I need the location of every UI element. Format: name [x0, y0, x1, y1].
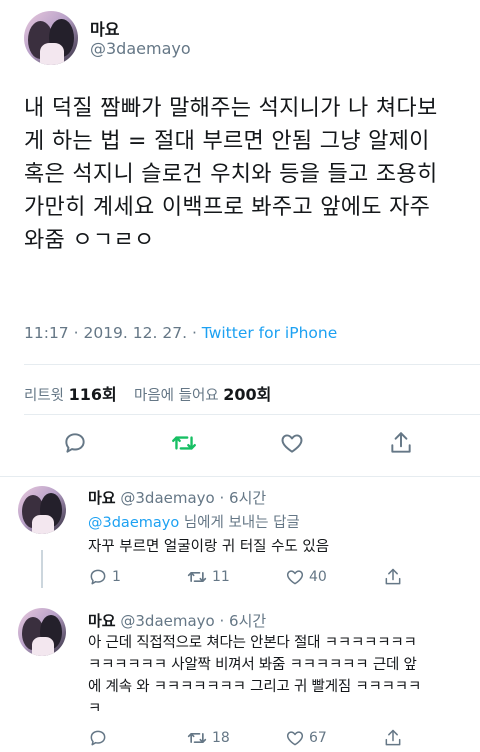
like-icon: [286, 570, 304, 585]
retweet-count: 11: [212, 569, 230, 585]
reply-text: 자꾸 부르면 얼굴이랑 귀 터질 수도 있음: [88, 536, 329, 558]
tweet-time: 11:17: [24, 324, 69, 342]
display-name[interactable]: 마요: [90, 16, 119, 40]
retweet-count: 18: [212, 730, 230, 746]
like-count: 40: [309, 569, 327, 585]
avatar[interactable]: [24, 11, 78, 65]
like-button[interactable]: 40: [285, 567, 327, 587]
tweet-stats: 리트윗 116회 마음에 들어요 200회: [24, 381, 271, 405]
display-name[interactable]: 마요: [88, 612, 116, 630]
tweet-line: 혹은 석지니 슬로건 우치와 등을 들고 조용히: [24, 162, 438, 187]
retweet-button[interactable]: 11: [186, 567, 230, 587]
tweet-text: 내 덕질 짬빠가 말해주는 석지니가 나 쳐다보 게 하는 법 = 절대 부르면…: [24, 92, 464, 257]
reply-line: 아 근데 직접적으로 쳐다는 안본다 절대 ㅋㅋㅋㅋㅋㅋㅋ: [88, 635, 417, 651]
like-count: 67: [309, 730, 327, 746]
share-button[interactable]: [383, 728, 403, 748]
divider: [24, 414, 480, 415]
reply-line: 에 계속 와 ㅋㅋㅋㅋㅋㅋㅋ 그리고 귀 빨게짐 ㅋㅋㅋㅋㅋ: [88, 679, 422, 695]
tweet-meta: 11:17 · 2019. 12. 27. · Twitter for iPho…: [24, 324, 338, 342]
like-button[interactable]: 67: [285, 728, 327, 748]
reply-icon: [90, 569, 106, 585]
reply-button[interactable]: [88, 728, 108, 748]
reply-count: 1: [112, 569, 121, 585]
retweet-count[interactable]: 116회: [69, 385, 117, 404]
retweet-icon: [187, 733, 207, 743]
display-name[interactable]: 마요: [88, 489, 116, 507]
like-icon: [286, 731, 304, 746]
reply-button[interactable]: 1: [88, 567, 121, 587]
mention-link[interactable]: @3daemayo: [88, 515, 179, 531]
replying-suffix: 님에게 보내는 답글: [183, 515, 300, 531]
avatar[interactable]: [18, 486, 66, 534]
like-label: 마음에 들어요: [133, 388, 219, 404]
tweet-source-link[interactable]: Twitter for iPhone: [202, 324, 337, 342]
retweet-label: 리트윗: [24, 388, 65, 404]
retweet-icon: [172, 436, 196, 450]
retweet-button[interactable]: [170, 430, 198, 456]
reply-icon: [65, 433, 85, 453]
user-handle[interactable]: @3daemayo: [120, 489, 214, 507]
reply-age: 6시간: [229, 489, 267, 507]
reply-line: ㅋㅋㅋㅋㅋㅋ 사알짝 비껴서 봐줌 ㅋㅋㅋㅋㅋㅋ 근데 앞: [88, 657, 417, 673]
reply-age: 6시간: [229, 612, 267, 630]
avatar[interactable]: [18, 608, 66, 656]
reply-text: 아 근데 직접적으로 쳐다는 안본다 절대 ㅋㅋㅋㅋㅋㅋㅋ ㅋㅋㅋㅋㅋㅋ 사알짝…: [88, 632, 468, 720]
share-icon: [385, 568, 401, 585]
like-icon: [281, 434, 303, 453]
retweet-icon: [187, 572, 207, 582]
retweet-button[interactable]: 18: [186, 728, 230, 748]
tweet-date: 2019. 12. 27.: [83, 324, 187, 342]
reply-line: ㅋ: [88, 701, 102, 717]
divider: [0, 476, 480, 477]
share-button[interactable]: [388, 430, 414, 456]
like-button[interactable]: [279, 430, 305, 456]
tweet-line: 게 하는 법 = 절대 부르면 안됨 그냥 알제이: [24, 129, 430, 154]
thread-line: [41, 550, 43, 588]
share-icon: [391, 432, 411, 453]
share-icon: [385, 729, 401, 746]
tweet-line: 와줌 ㅇㄱㄹㅇ: [24, 228, 155, 253]
user-handle[interactable]: @3daemayo: [120, 612, 214, 630]
reply-header: 마요 @3daemayo · 6시간: [88, 489, 267, 507]
like-count[interactable]: 200회: [223, 385, 271, 404]
reply-icon: [90, 730, 106, 746]
reply-button[interactable]: [62, 430, 88, 456]
user-handle[interactable]: @3daemayo: [90, 39, 191, 58]
share-button[interactable]: [383, 567, 403, 587]
tweet-line: 가만히 계세요 이백프로 봐주고 앞에도 자주: [24, 195, 431, 220]
reply-header: 마요 @3daemayo · 6시간: [88, 612, 267, 630]
tweet-line: 내 덕질 짬빠가 말해주는 석지니가 나 쳐다보: [24, 96, 438, 121]
divider: [24, 364, 480, 365]
reply-line: 자꾸 부르면 얼굴이랑 귀 터질 수도 있음: [88, 539, 330, 555]
replying-to: @3daemayo 님에게 보내는 답글: [88, 511, 300, 532]
